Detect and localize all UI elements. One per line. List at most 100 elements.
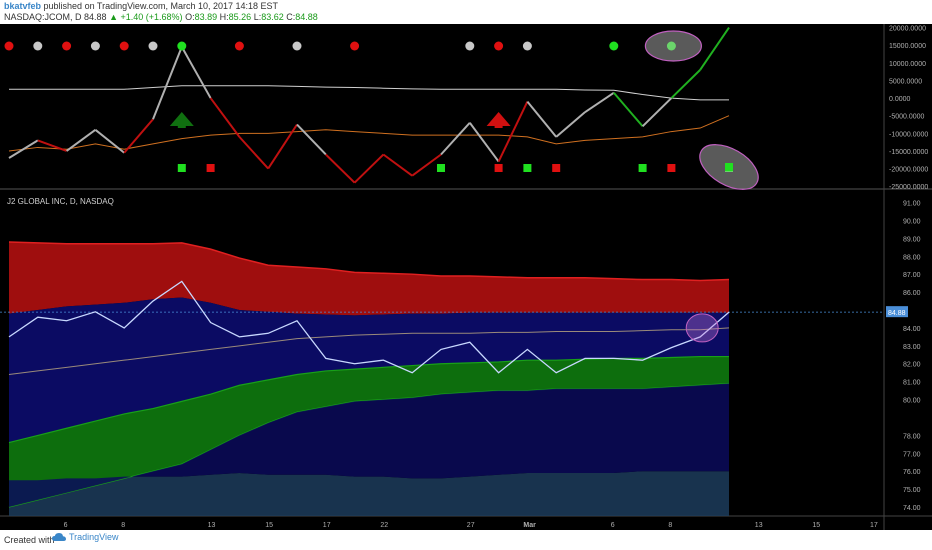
x-tick-label: 15 — [812, 522, 820, 529]
oscillator-segment — [613, 92, 644, 127]
oscillator-segment — [296, 123, 327, 156]
chart-area[interactable]: J2 GLOBAL INC, D, NASDAQ 74.00 75.00 76.00 7… — [0, 24, 932, 530]
signal-dot — [609, 41, 619, 51]
tradingview-cloud-icon — [52, 533, 66, 541]
publish-info: published on TradingView.com, March 10, … — [43, 1, 279, 11]
signal-arrow-icon — [169, 112, 194, 128]
oscillator-segment — [382, 153, 413, 177]
price-y-tick-label: 80.00 — [903, 398, 921, 405]
x-tick-label: 8 — [668, 522, 672, 529]
signal-dot — [62, 41, 72, 51]
oscillator-segment — [584, 91, 615, 114]
signal-dot — [465, 41, 475, 51]
price-y-tick-label: 75.00 — [903, 487, 921, 494]
signal-arrow-icon — [486, 112, 511, 128]
oscillator-segment — [8, 139, 39, 159]
price-panel-title: J2 GLOBAL INC, D, NASDAQ — [7, 197, 114, 206]
oscillator-segment — [497, 101, 529, 162]
close-value: 84.88 — [295, 12, 318, 22]
x-tick-label: 27 — [467, 522, 475, 529]
oscillator-y-tick-label: 20000.0000 — [889, 26, 926, 33]
signal-square — [177, 164, 186, 172]
open-label: O: — [185, 12, 195, 22]
open-value: 83.89 — [194, 12, 218, 22]
oscillator-segment — [670, 69, 701, 99]
price-y-tick-label: 91.00 — [903, 201, 921, 208]
oscillator-y-tick-label: -25000.0000 — [889, 184, 928, 191]
signal-square — [552, 164, 561, 172]
signal-dot — [292, 41, 302, 51]
oscillator-segment — [555, 111, 586, 138]
close-label: C: — [286, 12, 296, 22]
signal-dot — [494, 41, 504, 51]
oscillator-y-tick-label: -5000.0000 — [889, 114, 925, 121]
oscillator-y-tick-label: -10000.0000 — [889, 131, 928, 138]
x-tick-label: 17 — [870, 522, 878, 529]
x-tick-label: 6 — [64, 522, 68, 529]
oscillator-segment — [325, 153, 356, 184]
price-y-tick-label: 77.00 — [903, 451, 921, 458]
price-y-tick-label: 90.00 — [903, 218, 921, 225]
price-y-tick-label: 82.00 — [903, 362, 921, 369]
high-label: H: — [219, 12, 229, 22]
oscillator-segment — [353, 153, 385, 184]
price-y-tick-label: 88.00 — [903, 254, 921, 261]
oscillator-signal-line — [9, 85, 729, 101]
price-y-tick-label: 78.00 — [903, 433, 921, 440]
oscillator-segment — [94, 129, 125, 154]
signal-dot — [148, 41, 158, 51]
price-y-tick-label: 87.00 — [903, 272, 921, 279]
oscillator-segment — [440, 122, 471, 156]
signal-dot — [90, 41, 100, 51]
oscillator-y-tick-label: -15000.0000 — [889, 149, 928, 156]
oscillator-segment — [267, 123, 298, 170]
oscillator-segment — [66, 129, 96, 152]
signal-dot — [350, 41, 360, 51]
last-price-label: 84.88 — [888, 310, 906, 317]
oscillator-y-tick-label: -20000.0000 — [889, 167, 928, 174]
signal-dot — [522, 41, 532, 51]
oscillator-y-tick-label: 0.0000 — [889, 96, 911, 103]
oscillator-segment — [526, 100, 557, 138]
footer: Created with TradingView — [0, 530, 932, 550]
oscillator-y-tick-label: 5000.0000 — [889, 78, 922, 85]
x-tick-label: 13 — [755, 522, 763, 529]
price-y-tick-label: 86.00 — [903, 290, 921, 297]
signal-square — [494, 164, 503, 172]
change-arrow-icon: ▲ — [109, 12, 118, 22]
created-with-label: Created with — [4, 535, 55, 545]
oscillator-segment — [123, 118, 154, 154]
publish-line: bkatvfeb published on TradingView.com, M… — [4, 1, 278, 12]
chart-header: bkatvfeb published on TradingView.com, M… — [0, 0, 932, 24]
signal-dot — [119, 41, 129, 51]
price-y-tick-label: 81.00 — [903, 380, 921, 387]
author-link[interactable]: bkatvfeb — [4, 1, 41, 11]
price-y-tick-label: 84.00 — [903, 326, 921, 333]
x-tick-label: 17 — [323, 522, 331, 529]
signal-square — [206, 164, 215, 172]
x-tick-label: 8 — [121, 522, 125, 529]
x-tick-label: Mar — [523, 522, 536, 529]
x-tick-label: 13 — [208, 522, 216, 529]
signal-dot — [234, 41, 244, 51]
price-value: 84.88 — [84, 12, 107, 22]
oscillator-y-tick-label: 15000.0000 — [889, 43, 926, 50]
quote-line: NASDAQ:JCOM, D 84.88 ▲ +1.40 (+1.68%) O:… — [4, 12, 318, 23]
tradingview-brand[interactable]: TradingView — [52, 532, 119, 542]
oscillator-segment — [238, 136, 269, 170]
signal-square — [667, 164, 676, 172]
oscillator-segment — [152, 46, 183, 120]
signal-dot — [33, 41, 43, 51]
symbol-label: NASDAQ:JCOM, D — [4, 12, 82, 22]
high-value: 85.26 — [228, 12, 252, 22]
x-tick-label: 22 — [380, 522, 388, 529]
price-y-tick-label: 74.00 — [903, 505, 921, 512]
oscillator-segment — [411, 153, 442, 177]
signal-square — [638, 164, 647, 172]
signal-square — [523, 164, 532, 172]
signal-dot — [177, 41, 187, 51]
oscillator-segment — [699, 26, 730, 71]
chart-svg[interactable]: J2 GLOBAL INC, D, NASDAQ 74.00 75.00 76.00 7… — [0, 24, 932, 530]
price-y-tick-label: 76.00 — [903, 469, 921, 476]
oscillator-orange-line — [8, 115, 730, 152]
